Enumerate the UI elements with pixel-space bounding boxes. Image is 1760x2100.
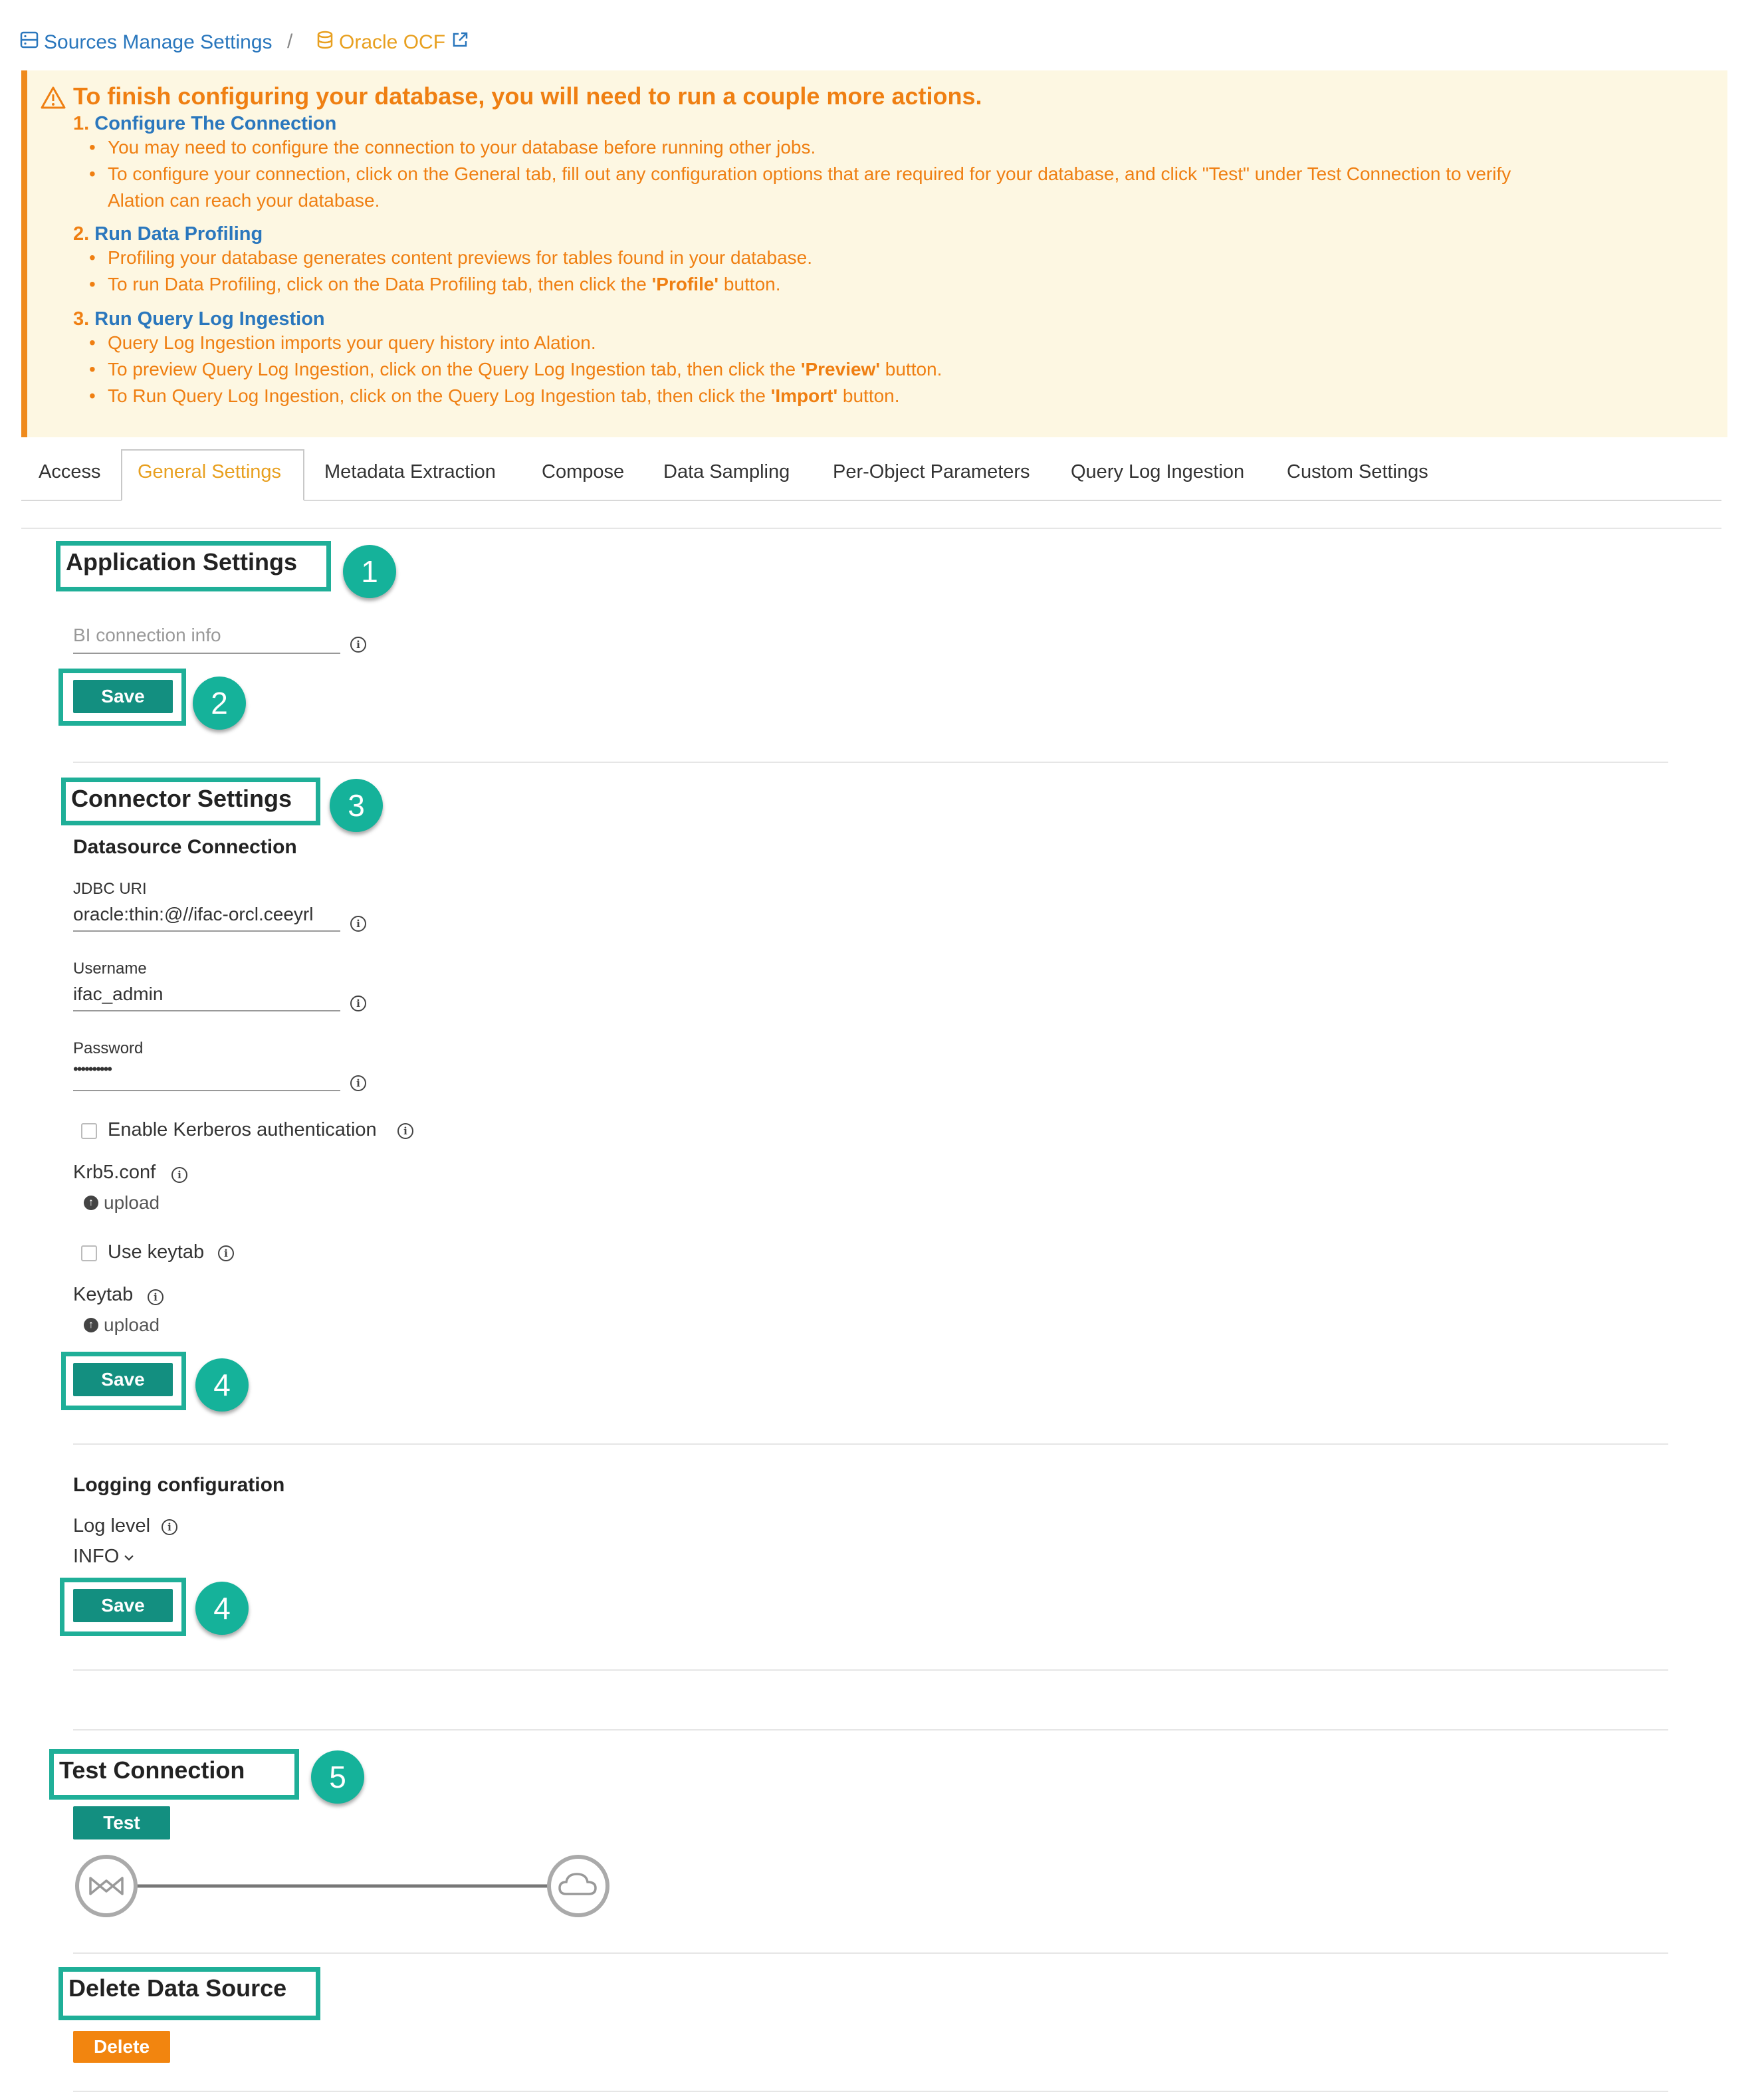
info-icon[interactable]: i (162, 1519, 177, 1535)
alation-node-icon (73, 1853, 140, 1919)
info-icon[interactable]: i (350, 637, 366, 653)
step-3-number: 3. (73, 308, 90, 330)
application-settings-title: Application Settings (56, 541, 331, 591)
test-button[interactable]: Test (73, 1806, 170, 1839)
info-icon[interactable]: i (397, 1123, 413, 1139)
step-1-bullet-1: • You may need to configure the connectio… (89, 137, 816, 158)
step-3-title: 3. Run Query Log Ingestion (73, 308, 325, 330)
jdbc-uri-label: JDBC URI (73, 880, 147, 898)
tab-query-log-ingestion[interactable]: Query Log Ingestion (1071, 461, 1244, 483)
info-icon[interactable]: i (350, 916, 366, 932)
upload-label: upload (104, 1314, 160, 1335)
upload-icon: ↑ (84, 1318, 98, 1332)
upload-icon: ↑ (84, 1196, 98, 1210)
divider (73, 1729, 1668, 1731)
app-settings-save-button[interactable]: Save (73, 680, 173, 713)
step-1-title: 1. Configure The Connection (73, 113, 336, 135)
kerberos-label: Enable Kerberos authentication (108, 1119, 377, 1140)
step-1-bullet-2: • To configure your connection, click on … (89, 163, 1511, 184)
warning-icon (40, 85, 66, 114)
kerberos-checkbox[interactable] (81, 1123, 97, 1139)
connection-diagram (73, 1853, 618, 1923)
password-label: Password (73, 1039, 144, 1057)
tab-compose[interactable]: Compose (542, 461, 624, 483)
keytab-label: Keytab (73, 1284, 134, 1305)
breadcrumb-link-label: Sources Manage Settings (44, 31, 273, 53)
delete-button[interactable]: Delete (73, 2031, 170, 2063)
logging-save-button[interactable]: Save (73, 1589, 173, 1622)
info-icon[interactable]: i (350, 996, 366, 1011)
info-icon[interactable]: i (350, 1075, 366, 1091)
use-keytab-checkbox[interactable] (81, 1245, 97, 1261)
step-3-label: Run Query Log Ingestion (94, 308, 325, 330)
breadcrumb-source-label: Oracle OCF (339, 31, 446, 53)
delete-data-source-title: Delete Data Source (58, 1967, 320, 2020)
step-badge: 5 (311, 1750, 364, 1804)
log-level-value: INFO (73, 1546, 120, 1567)
chevron-down-icon (123, 1546, 135, 1568)
divider (73, 1669, 1668, 1671)
divider (73, 2091, 1668, 2092)
upload-label: upload (104, 1192, 160, 1213)
connector-save-button[interactable]: Save (73, 1363, 173, 1396)
breadcrumb-source[interactable]: Oracle OCF (316, 31, 469, 54)
breadcrumb-separator: / (287, 31, 293, 52)
breadcrumb-sources-link[interactable]: Sources Manage Settings (20, 31, 273, 54)
step-1-number: 1. (73, 113, 90, 134)
step-2-title: 2. Run Data Profiling (73, 223, 263, 245)
step-2-label: Run Data Profiling (94, 223, 263, 245)
keytab-upload-button[interactable]: ↑ upload (84, 1314, 160, 1336)
tab-per-object-parameters[interactable]: Per-Object Parameters (833, 461, 1030, 483)
krb5-label: Krb5.conf (73, 1162, 156, 1183)
use-keytab-label: Use keytab (108, 1241, 205, 1263)
krb5-upload-button[interactable]: ↑ upload (84, 1192, 160, 1213)
banner-title: To finish configuring your database, you… (73, 82, 982, 110)
step-2-bullet-2: • To run Data Profiling, click on the Dat… (89, 274, 781, 294)
database-icon (316, 31, 334, 54)
connector-settings-title: Connector Settings (61, 778, 320, 825)
tab-data-sampling[interactable]: Data Sampling (663, 461, 790, 483)
password-underline (73, 1090, 340, 1091)
datasource-connection-heading: Datasource Connection (73, 836, 297, 858)
log-level-label: Log level (73, 1515, 151, 1536)
server-icon (20, 31, 39, 54)
divider (73, 1443, 1668, 1445)
divider (73, 1952, 1668, 1954)
step-badge: 4 (195, 1358, 249, 1412)
test-connection-title: Test Connection (49, 1749, 299, 1800)
jdbc-uri-input[interactable]: oracle:thin:@//ifac-orcl.ceeyrl (73, 904, 340, 925)
divider (21, 528, 1721, 529)
step-1-label: Configure The Connection (94, 113, 337, 134)
cloud-icon (545, 1853, 611, 1919)
step-badge: 3 (330, 779, 383, 832)
tab-general-settings[interactable]: General Settings (138, 461, 281, 483)
step-3-bullet-3: • To Run Query Log Ingestion, click on th… (89, 385, 900, 406)
tab-metadata-extraction[interactable]: Metadata Extraction (324, 461, 496, 483)
bi-connection-underline (73, 653, 340, 654)
tab-custom-settings[interactable]: Custom Settings (1287, 461, 1428, 483)
password-input[interactable]: •••••••••• (73, 1061, 340, 1078)
tab-access[interactable]: Access (39, 461, 100, 483)
step-2-bullet-1: • Profiling your database generates conte… (89, 247, 812, 268)
info-icon[interactable]: i (148, 1289, 164, 1305)
step-badge: 2 (193, 677, 246, 730)
username-underline (73, 1010, 340, 1011)
info-icon[interactable]: i (218, 1245, 234, 1261)
divider (73, 762, 1668, 763)
jdbc-uri-underline (73, 930, 340, 932)
step-badge: 4 (195, 1582, 249, 1635)
log-level-select[interactable]: INFO (73, 1546, 135, 1568)
username-input[interactable]: ifac_admin (73, 984, 340, 1005)
external-link-icon[interactable] (451, 31, 469, 54)
username-label: Username (73, 960, 147, 978)
info-icon[interactable]: i (171, 1167, 187, 1183)
step-1-bullet-2-cont: Alation can reach your database. (108, 190, 380, 211)
step-2-number: 2. (73, 223, 90, 245)
step-badge: 1 (343, 545, 396, 598)
logging-configuration-heading: Logging configuration (73, 1474, 285, 1496)
step-3-bullet-1: • Query Log Ingestion imports your query … (89, 332, 596, 353)
step-3-bullet-2: • To preview Query Log Ingestion, click o… (89, 359, 942, 379)
bi-connection-input[interactable]: BI connection info (73, 625, 221, 646)
